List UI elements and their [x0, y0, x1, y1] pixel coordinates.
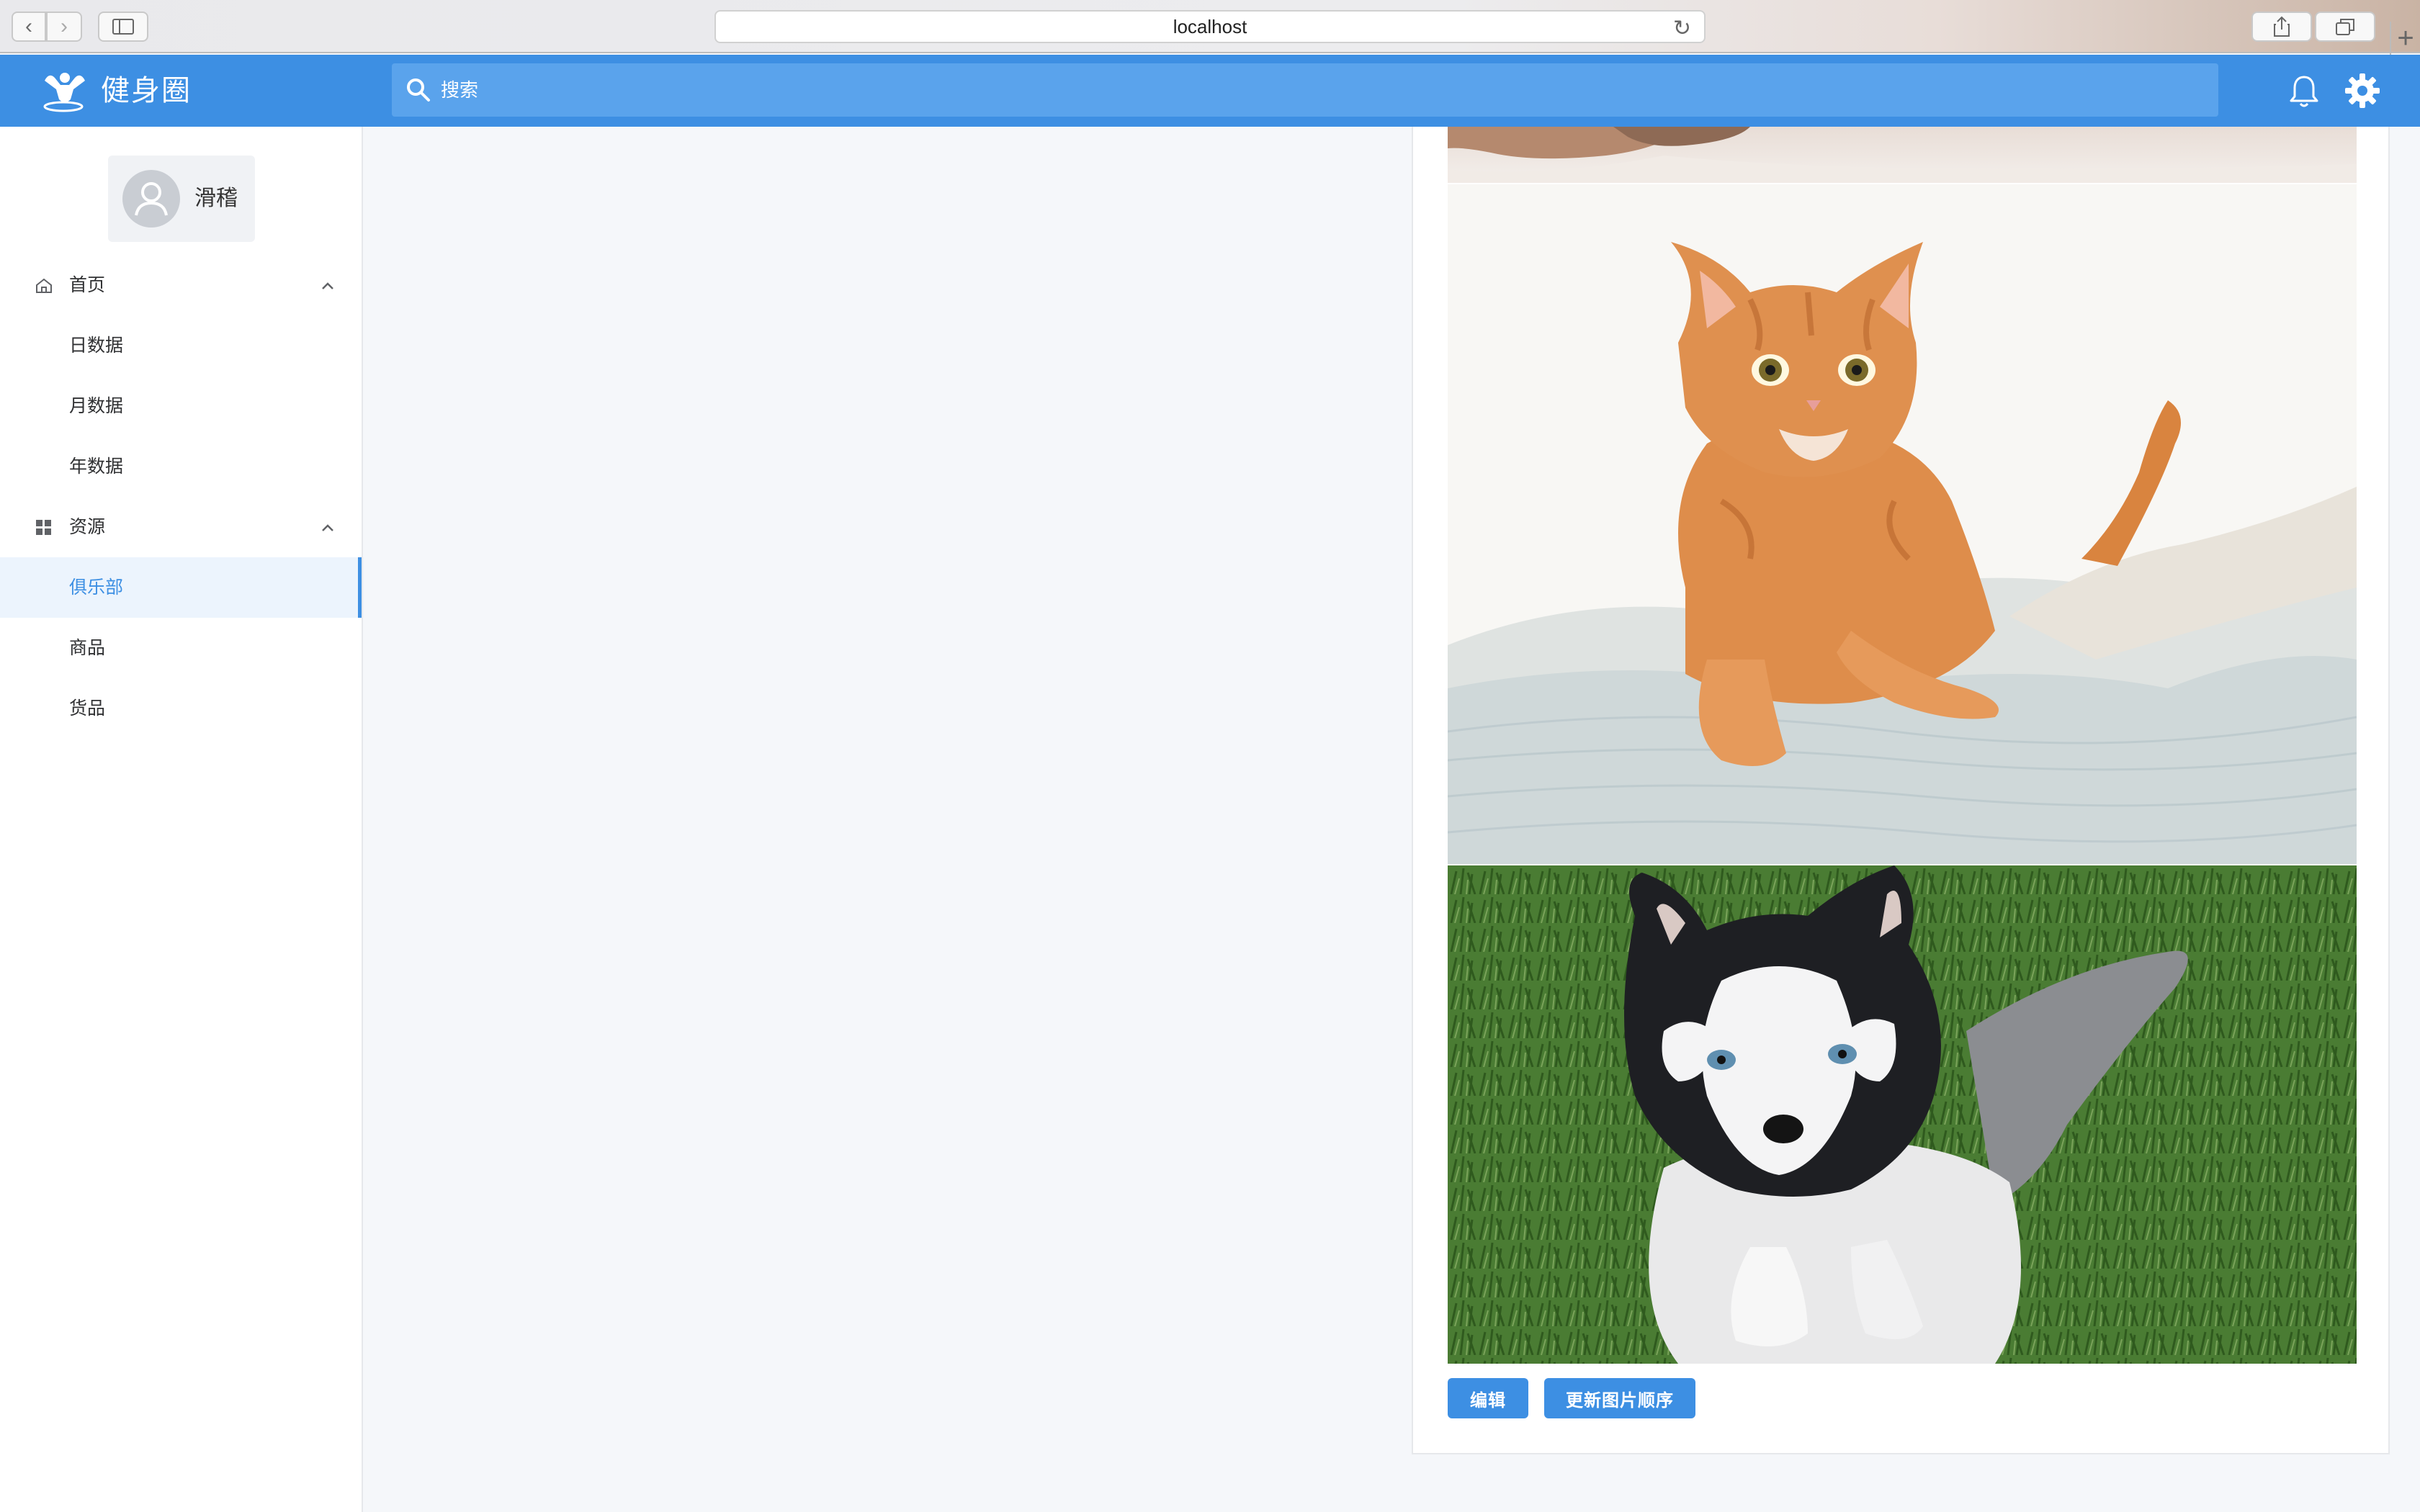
edit-button[interactable]: 编辑 [1448, 1378, 1528, 1418]
search-input[interactable]: 搜索 [392, 63, 2218, 117]
sidebar-item-goods[interactable]: 货品 [0, 678, 362, 739]
user-card[interactable]: 滑稽 [108, 156, 255, 242]
menu-group-resources[interactable]: 资源 [0, 497, 362, 557]
gear-icon[interactable] [2344, 72, 2381, 109]
new-tab-button[interactable]: + [2390, 22, 2420, 55]
sidebar-item-label: 货品 [69, 698, 106, 719]
sidebar-item-label: 月数据 [69, 396, 124, 416]
gallery-image[interactable] [1448, 127, 2357, 183]
brand-name: 健身圈 [101, 75, 192, 107]
menu-group-home[interactable]: 首页 [0, 255, 362, 315]
sidebar-item-label: 日数据 [69, 336, 124, 356]
cat-image [1448, 184, 2357, 864]
sidebar-item-label: 俱乐部 [69, 577, 124, 598]
sidebar-item-monthly[interactable]: 月数据 [0, 376, 362, 436]
browser-toolbar: ‹ › localhost ↻ + [0, 0, 2420, 55]
cat-image [1448, 127, 2357, 183]
sidebar: 滑稽 首页 日数据 月数据 年数据 资源 俱乐部 商品 货品 [0, 127, 363, 1512]
gallery-image[interactable] [1448, 184, 2357, 864]
grid-icon [36, 520, 51, 535]
home-icon [36, 278, 52, 293]
sidebar-icon [112, 19, 134, 35]
avatar [122, 170, 180, 228]
update-image-order-button[interactable]: 更新图片顺序 [1544, 1378, 1695, 1418]
reload-icon[interactable]: ↻ [1673, 16, 1691, 41]
share-button[interactable] [2251, 12, 2312, 42]
tabs-overview-button[interactable] [2315, 12, 2375, 42]
search-placeholder: 搜索 [441, 79, 479, 101]
sidebar-item-label: 年数据 [69, 456, 124, 477]
bell-icon[interactable] [2287, 73, 2321, 109]
husky-puppy-image [1448, 865, 2357, 1364]
back-button[interactable]: ‹ [12, 12, 46, 42]
url-text: localhost [1173, 15, 1247, 37]
forward-button[interactable]: › [46, 12, 82, 42]
user-icon [135, 182, 168, 216]
app-header: 健身圈 搜索 [0, 55, 2420, 127]
sidebar-item-daily[interactable]: 日数据 [0, 315, 362, 376]
chevron-up-icon [322, 524, 333, 531]
sidebar-item-products[interactable]: 商品 [0, 618, 362, 678]
menu-group-label: 首页 [69, 275, 106, 295]
gallery-image[interactable] [1448, 865, 2357, 1364]
menu-group-label: 资源 [69, 517, 106, 537]
tabs-icon [2336, 19, 2354, 35]
chevron-up-icon [322, 282, 333, 289]
address-bar[interactable]: localhost ↻ [714, 10, 1706, 43]
share-icon [2274, 16, 2290, 37]
club-detail-card: 编辑 更新图片顺序 [1412, 127, 2390, 1454]
user-name: 滑稽 [194, 186, 238, 210]
sidebar-toggle-button[interactable] [98, 12, 148, 42]
search-icon [407, 78, 430, 102]
sidebar-item-yearly[interactable]: 年数据 [0, 436, 362, 497]
sidebar-item-club[interactable]: 俱乐部 [0, 557, 362, 618]
sidebar-item-label: 商品 [69, 638, 106, 658]
fitness-logo-icon [43, 73, 85, 112]
